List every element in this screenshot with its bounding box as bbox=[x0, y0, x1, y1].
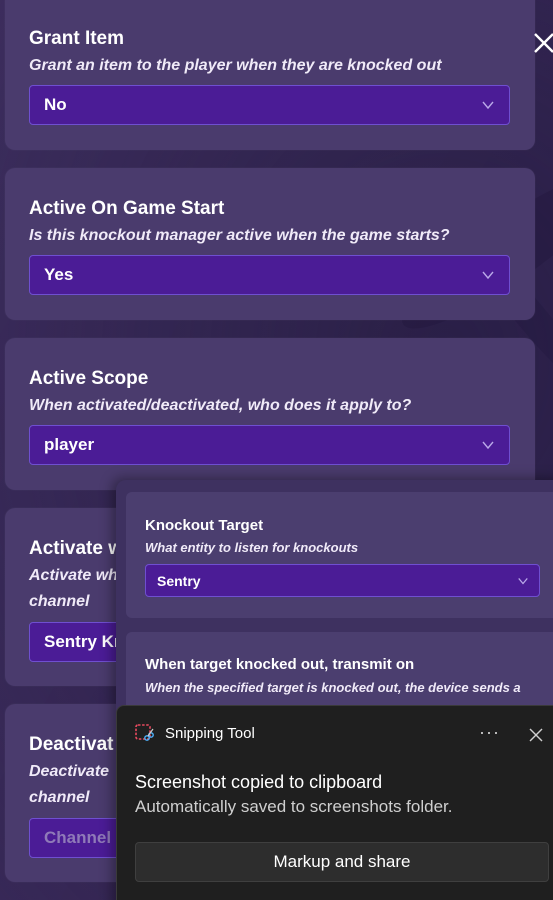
setting-title: Knockout Target bbox=[145, 517, 264, 534]
chevron-down-icon bbox=[482, 271, 494, 280]
notification-subtitle: Automatically saved to screenshots folde… bbox=[135, 797, 453, 816]
notification-app-name: Snipping Tool bbox=[165, 725, 255, 742]
dropdown-value: Yes bbox=[44, 265, 74, 284]
setting-description: When activated/deactivated, who does it … bbox=[29, 397, 412, 414]
setting-description: channel bbox=[29, 593, 90, 610]
dropdown-value: Sentry bbox=[157, 572, 201, 589]
setting-description: Deactivate bbox=[29, 763, 110, 780]
setting-card-active-on-game-start: Active On Game Start Is this knockout ma… bbox=[5, 168, 535, 320]
setting-description: Is this knockout manager active when the… bbox=[29, 227, 450, 244]
setting-description: What entity to listen for knockouts bbox=[145, 540, 359, 555]
setting-title: When target knocked out, transmit on bbox=[145, 656, 415, 673]
close-icon[interactable] bbox=[529, 728, 543, 742]
more-options-icon[interactable]: ··· bbox=[479, 722, 500, 743]
active-scope-dropdown[interactable]: player bbox=[29, 425, 510, 465]
chevron-down-icon bbox=[482, 101, 494, 110]
chevron-down-icon bbox=[518, 577, 528, 585]
setting-description: When the specified target is knocked out… bbox=[145, 680, 521, 695]
dropdown-value: No bbox=[44, 95, 67, 114]
markup-and-share-button[interactable]: Markup and share bbox=[135, 842, 549, 882]
grant-item-dropdown[interactable]: No bbox=[29, 85, 510, 125]
setting-title: Grant Item bbox=[29, 28, 125, 49]
setting-card-knockout-target: Knockout Target What entity to listen fo… bbox=[126, 492, 553, 618]
setting-card-active-scope: Active Scope When activated/deactivated,… bbox=[5, 338, 535, 490]
snipping-tool-notification[interactable]: Snipping Tool ··· Screenshot copied to c… bbox=[116, 705, 553, 900]
snipping-tool-icon bbox=[135, 724, 154, 741]
knockout-target-dropdown[interactable]: Sentry bbox=[145, 564, 540, 597]
close-icon[interactable] bbox=[531, 30, 553, 56]
setting-title: Active Scope bbox=[29, 368, 149, 389]
setting-title: Activate w bbox=[29, 538, 123, 559]
active-on-game-start-dropdown[interactable]: Yes bbox=[29, 255, 510, 295]
notification-title: Screenshot copied to clipboard bbox=[135, 772, 383, 792]
chevron-down-icon bbox=[482, 441, 494, 450]
dropdown-value: player bbox=[44, 435, 95, 454]
setting-card-grant-item: Grant Item Grant an item to the player w… bbox=[5, 0, 535, 150]
setting-title: Active On Game Start bbox=[29, 198, 225, 219]
setting-description: channel bbox=[29, 789, 90, 806]
setting-description: Activate wh bbox=[29, 567, 118, 584]
setting-title: Deactivat bbox=[29, 734, 114, 755]
setting-description: Grant an item to the player when they ar… bbox=[29, 57, 442, 74]
